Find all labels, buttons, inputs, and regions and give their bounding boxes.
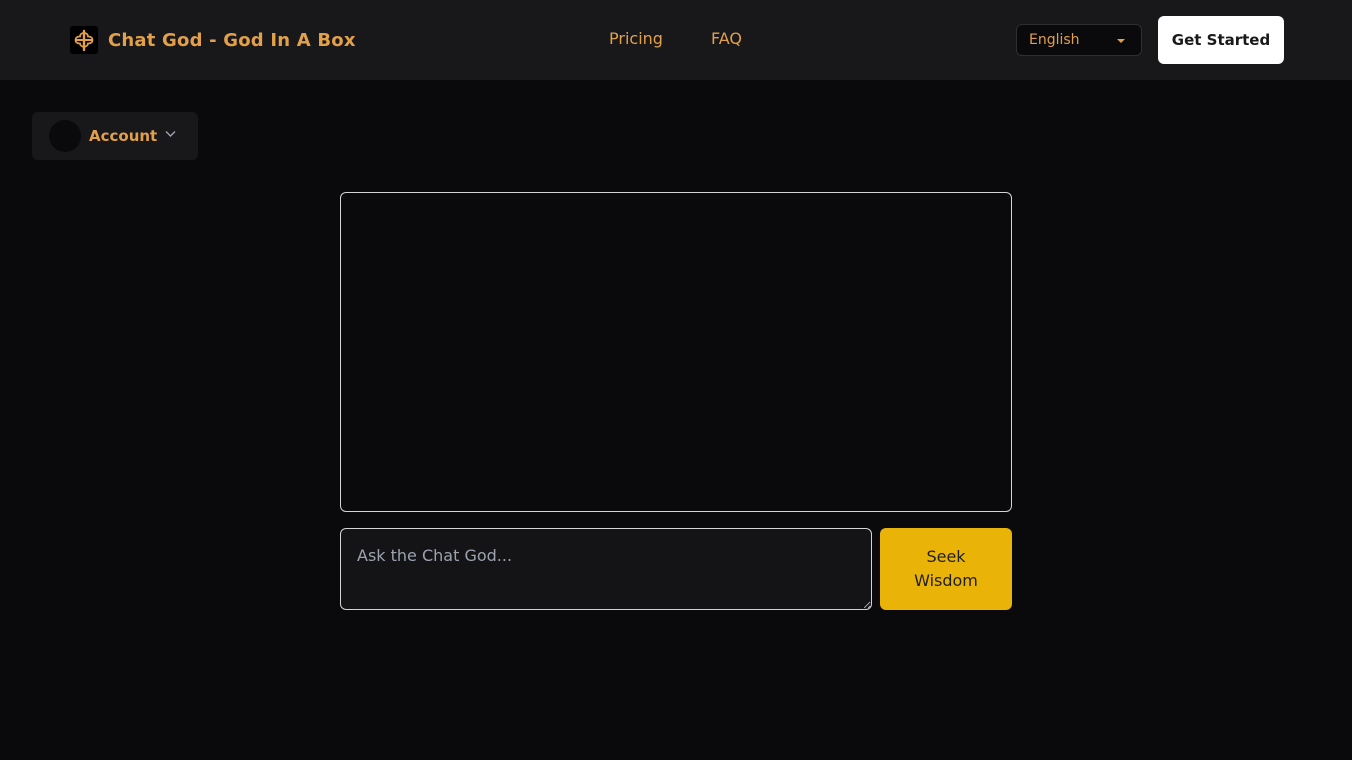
brand-link[interactable]: Chat God - God In A Box <box>70 26 356 54</box>
avatar <box>49 120 81 152</box>
get-started-button[interactable]: Get Started <box>1158 16 1284 64</box>
nav-pricing[interactable]: Pricing <box>609 29 663 49</box>
ask-input[interactable] <box>340 528 872 610</box>
nav-faq[interactable]: FAQ <box>711 29 742 49</box>
brand-title: Chat God - God In A Box <box>108 29 356 51</box>
caret-down-icon <box>1117 39 1125 43</box>
top-navbar: Chat God - God In A Box Pricing FAQ Engl… <box>0 0 1352 80</box>
chevron-down-icon <box>165 131 176 137</box>
language-selected-value: English <box>1029 32 1080 48</box>
cross-icon <box>70 26 98 54</box>
chat-messages-panel <box>340 192 1012 512</box>
account-label: Account <box>89 127 158 145</box>
language-select[interactable]: English <box>1016 24 1142 56</box>
seek-wisdom-button[interactable]: Seek Wisdom <box>880 528 1012 610</box>
